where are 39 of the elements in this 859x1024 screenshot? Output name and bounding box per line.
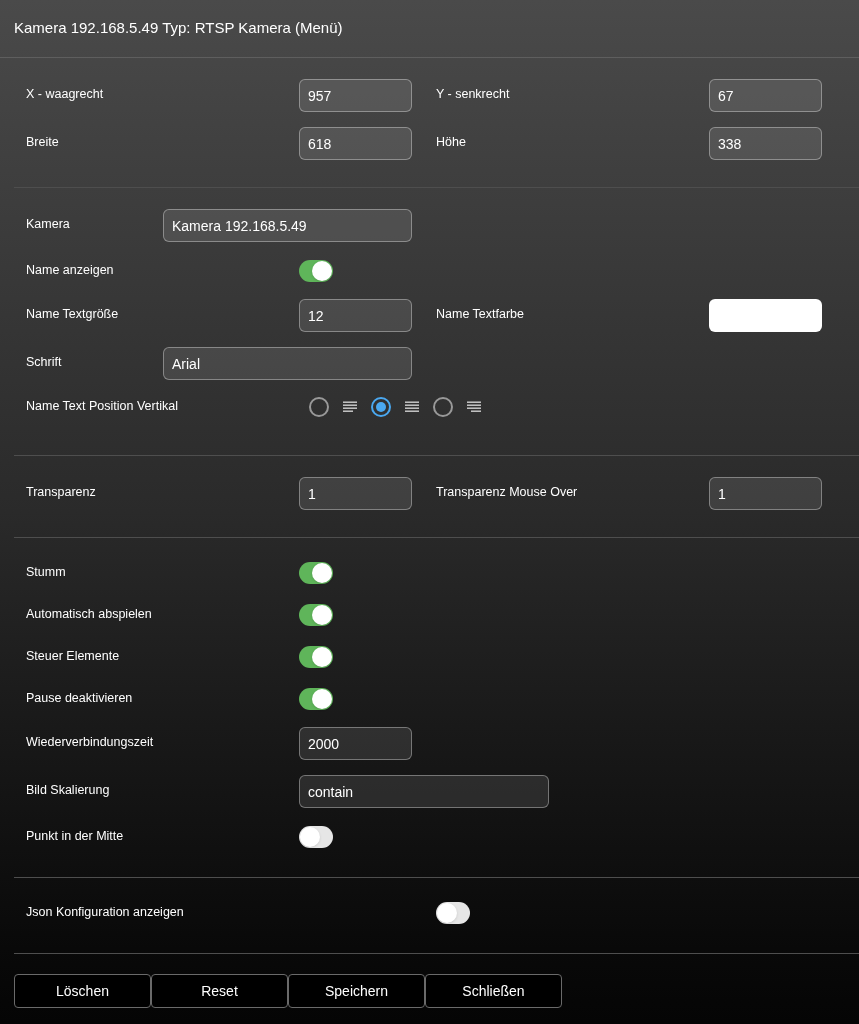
toggle-switch[interactable] bbox=[299, 561, 333, 584]
toggle-switch[interactable] bbox=[299, 645, 333, 668]
field-label: Pause deaktivieren bbox=[26, 690, 134, 708]
field-label: Name Text Position Vertikal bbox=[26, 398, 179, 415]
field-label: Y - senkrecht bbox=[436, 86, 511, 103]
field-label: Kamera bbox=[26, 216, 71, 233]
toggle-switch[interactable] bbox=[436, 901, 470, 924]
field-label: Steuer Elemente bbox=[26, 648, 121, 666]
toggle-switch[interactable] bbox=[299, 825, 333, 848]
field-label: Schrift bbox=[26, 354, 63, 371]
action-button[interactable]: Speichern bbox=[288, 974, 425, 1008]
field-label: Transparenz bbox=[26, 484, 97, 501]
field-label: Höhe bbox=[436, 134, 467, 151]
text-lines-icon bbox=[405, 401, 419, 413]
field-label: Json Konfiguration anzeigen bbox=[26, 904, 185, 922]
field-label: Wiederverbindungszeit bbox=[26, 734, 155, 751]
field-label: Punkt in der Mitte bbox=[26, 828, 125, 846]
field-label: Transparenz Mouse Over bbox=[436, 484, 579, 501]
field-label: Bild Skalierung bbox=[26, 782, 111, 799]
toggle-switch[interactable] bbox=[299, 603, 333, 626]
radio-button[interactable] bbox=[371, 397, 391, 417]
field-label: X - waagrecht bbox=[26, 86, 105, 103]
radio-button[interactable] bbox=[433, 397, 453, 417]
toggle-switch[interactable] bbox=[299, 259, 333, 282]
field-label: Stumm bbox=[26, 564, 67, 582]
field-label: Breite bbox=[26, 134, 60, 151]
field-label: Name Textgröße bbox=[26, 306, 120, 323]
toggle-switch[interactable] bbox=[299, 687, 333, 710]
action-button[interactable]: Reset bbox=[151, 974, 288, 1008]
field-label: Automatisch abspielen bbox=[26, 606, 153, 624]
radio-button[interactable] bbox=[309, 397, 329, 417]
action-button[interactable]: Löschen bbox=[14, 974, 151, 1008]
field-label: Name Textfarbe bbox=[436, 306, 525, 323]
text-lines-icon bbox=[467, 401, 481, 413]
dialog-title: Kamera 192.168.5.49 Typ: RTSP Kamera (Menü) bbox=[14, 18, 343, 39]
text-lines-icon bbox=[343, 401, 357, 413]
color-swatch[interactable] bbox=[709, 299, 822, 332]
action-button[interactable]: Schließen bbox=[425, 974, 562, 1008]
field-label: Name anzeigen bbox=[26, 262, 115, 280]
